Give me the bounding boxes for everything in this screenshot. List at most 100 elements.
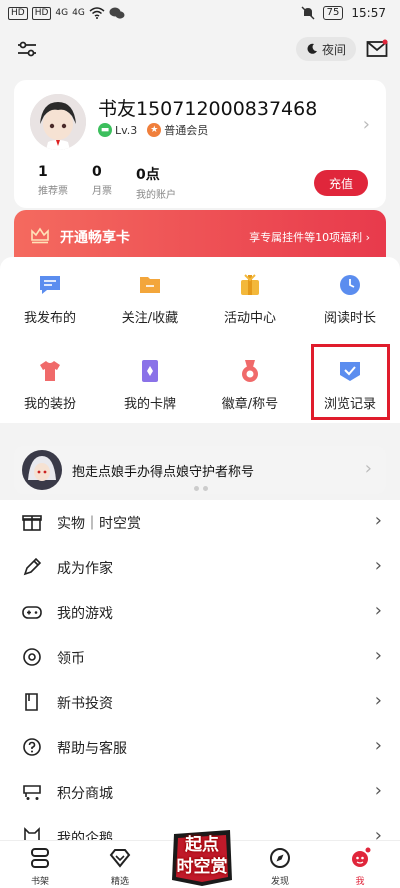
penguin-icon xyxy=(24,827,40,840)
list-item-become-writer[interactable]: 成为作家 › xyxy=(0,545,400,590)
stat-label: 推荐票 xyxy=(38,186,68,197)
vip-card-banner[interactable]: 开通畅享卡 享专属挂件等10项福利 › xyxy=(14,210,386,262)
pen-icon xyxy=(23,557,42,576)
avatar-image xyxy=(30,94,86,150)
coin-icon xyxy=(23,648,41,666)
list-item-my-games[interactable]: 我的游戏 › xyxy=(0,590,400,635)
tab-label: 精选 xyxy=(110,877,129,887)
vip-desc-text: 享专属挂件等10项福利 xyxy=(249,231,363,244)
compass-icon xyxy=(270,848,290,868)
avatar[interactable] xyxy=(30,94,86,150)
network1-indicator: 4G xyxy=(55,8,69,18)
network2-indicator: 4G xyxy=(72,8,85,18)
time-reward-promo-button[interactable]: 起点 时空赏 xyxy=(168,828,236,888)
grid-item-activity-center[interactable]: 活动中心 xyxy=(200,257,300,333)
stat-value: 0 xyxy=(92,164,102,180)
vip-title: 开通畅享卡 xyxy=(60,230,130,246)
promo-text: 抱走点娘手办得点娘守护者称号 xyxy=(72,465,255,480)
chevron-right-icon: › xyxy=(374,645,382,666)
highlight-box xyxy=(311,344,390,420)
gift-box-icon xyxy=(22,515,42,531)
menu-list: 实物｜时空赏 › 成为作家 › 我的游戏 › 领币 › 新书投资 › 帮助与客服… xyxy=(0,500,400,840)
stat-recommend-tickets[interactable]: 1 推荐票 xyxy=(38,164,68,201)
grid-item-my-posts[interactable]: 我发布的 xyxy=(0,257,100,333)
figure-avatar xyxy=(22,450,62,490)
carousel-dots xyxy=(194,486,208,491)
night-mode-button[interactable]: 夜间 xyxy=(296,37,356,61)
chevron-right-icon: › xyxy=(374,600,382,621)
message-button[interactable] xyxy=(366,39,388,59)
list-item-label: 帮助与客服 xyxy=(57,741,127,757)
settings-sliders-button[interactable] xyxy=(16,38,38,60)
list-item-label: 成为作家 xyxy=(57,561,113,577)
tab-discover[interactable]: 发现 xyxy=(240,841,320,888)
grid-item-label: 我的卡牌 xyxy=(123,397,176,412)
tab-featured[interactable]: 精选 xyxy=(80,841,160,888)
clock-time: 15:57 xyxy=(351,6,386,20)
chevron-right-icon: › xyxy=(374,735,382,756)
stat-monthly-tickets[interactable]: 0 月票 xyxy=(92,164,112,201)
grid-item-follow-collect[interactable]: 关注/收藏 xyxy=(100,257,200,333)
tab-label: 书架 xyxy=(30,877,49,887)
list-item-label: 实物｜时空赏 xyxy=(57,516,141,532)
post-icon xyxy=(40,276,60,294)
sim2-indicator: HD xyxy=(31,6,52,20)
stat-value: 1 xyxy=(38,164,48,180)
star-icon: ★ xyxy=(147,123,162,137)
tab-label: 我 xyxy=(355,877,365,887)
list-item-help-service[interactable]: 帮助与客服 › xyxy=(0,725,400,770)
gift-icon xyxy=(241,274,259,295)
grid-item-label: 我发布的 xyxy=(23,311,76,326)
figure-image xyxy=(22,450,62,490)
username: 书友150712000837468 xyxy=(98,98,318,120)
list-item-label: 我的游戏 xyxy=(57,606,113,622)
grid-item-my-outfit[interactable]: 我的装扮 xyxy=(0,343,100,419)
list-item-get-coins[interactable]: 领币 › xyxy=(0,635,400,680)
sim1-indicator: HD xyxy=(8,6,28,20)
stat-value: 0点 xyxy=(136,167,160,183)
grid-item-label: 徽章/称号 xyxy=(221,397,279,412)
stat-label: 我的账户 xyxy=(136,190,176,201)
stat-label: 月票 xyxy=(92,186,112,197)
recharge-button[interactable]: 充值 xyxy=(314,170,368,196)
level-text: Lv.3 xyxy=(115,123,138,137)
stat-account[interactable]: 0点 我的账户 xyxy=(136,164,176,201)
wifi-icon xyxy=(89,7,105,19)
top-bar: 夜间 xyxy=(0,30,400,74)
wechat-icon xyxy=(109,7,125,19)
mail-icon xyxy=(366,39,388,57)
chevron-right-icon: › xyxy=(374,690,382,711)
list-item-physical-rewards[interactable]: 实物｜时空赏 › xyxy=(0,500,400,545)
level-icon: ▬ xyxy=(98,123,112,137)
card-icon xyxy=(142,360,158,382)
grid-item-badges-titles[interactable]: 徽章/称号 xyxy=(200,343,300,419)
tab-label: 发现 xyxy=(270,877,289,887)
profile-card[interactable]: 书友150712000837468 ▬ Lv.3 ★ 普通会员 › 1 推荐票 … xyxy=(14,80,386,208)
me-icon xyxy=(352,847,371,867)
list-item-new-book-invest[interactable]: 新书投资 › xyxy=(0,680,400,725)
grid-item-my-cards[interactable]: 我的卡牌 xyxy=(100,343,200,419)
mute-bell-icon xyxy=(301,6,315,20)
folder-icon xyxy=(140,277,160,293)
chevron-right-icon: › xyxy=(364,458,372,479)
list-item-label: 新书投资 xyxy=(57,696,113,712)
vip-desc: 享专属挂件等10项福利 › xyxy=(249,229,370,245)
list-item-label: 积分商城 xyxy=(57,786,113,802)
list-item-label: 我的企鹅 xyxy=(57,831,113,840)
bookshelf-icon xyxy=(31,848,49,868)
list-item-points-mall[interactable]: 积分商城 › xyxy=(0,770,400,815)
member-badge[interactable]: ★ 普通会员 xyxy=(147,122,208,138)
diamond-icon xyxy=(109,849,131,868)
tab-me[interactable]: 我 xyxy=(320,841,400,888)
medal-icon xyxy=(242,360,258,382)
level-badge[interactable]: ▬ Lv.3 xyxy=(98,123,137,137)
crown-icon xyxy=(31,227,49,244)
chevron-right-icon: › xyxy=(374,510,382,531)
book-icon xyxy=(25,693,38,711)
shirt-icon xyxy=(40,361,60,381)
chevron-right-icon: › xyxy=(362,114,370,135)
help-icon xyxy=(23,738,41,756)
grid-item-reading-time[interactable]: 阅读时长 xyxy=(300,257,400,333)
moon-icon xyxy=(307,43,317,54)
tab-bookshelf[interactable]: 书架 xyxy=(0,841,80,888)
